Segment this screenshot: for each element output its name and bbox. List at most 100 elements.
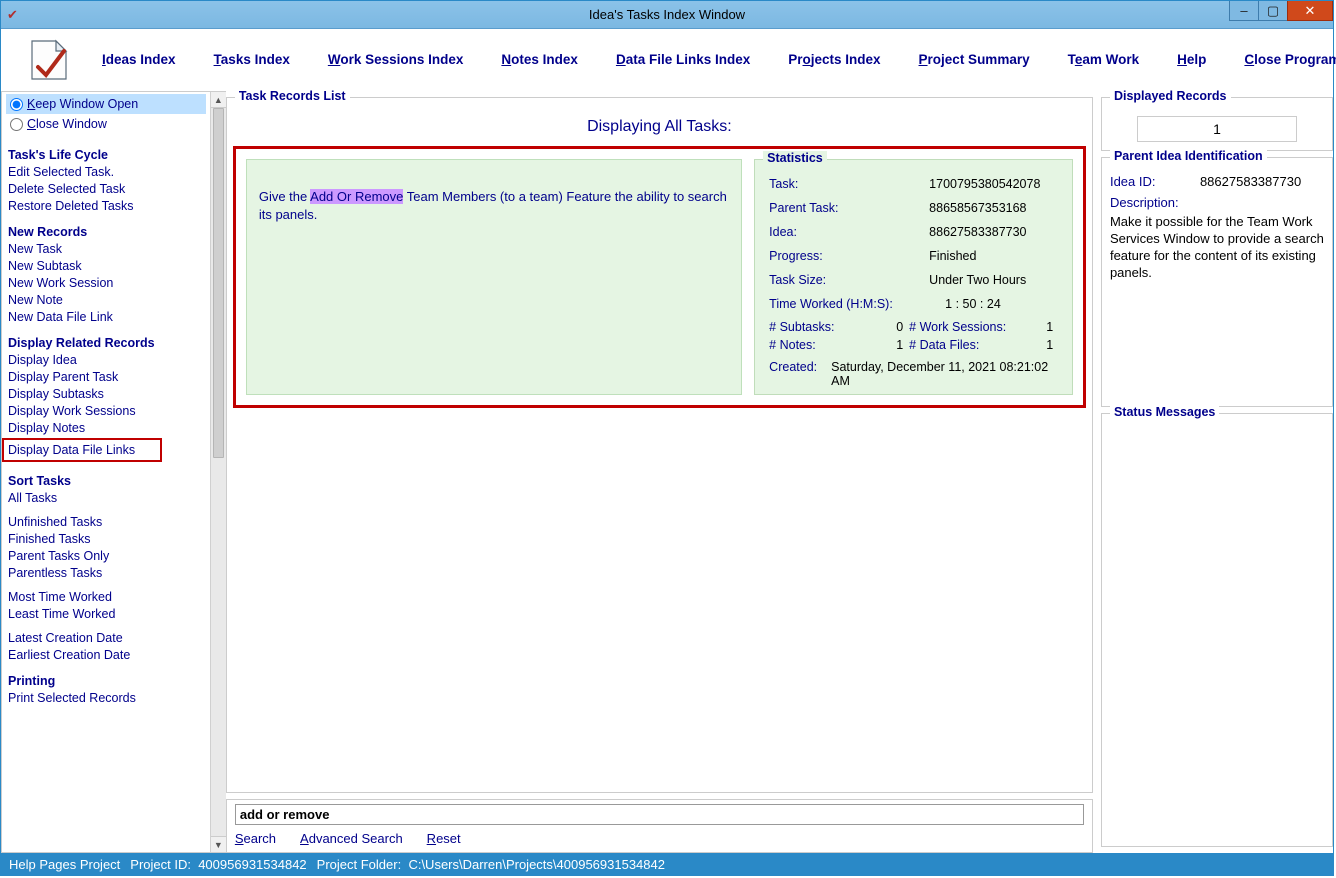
displayed-records-title: Displayed Records	[1110, 89, 1231, 103]
scroll-up-icon[interactable]: ▲	[211, 92, 226, 108]
link-sort-finished[interactable]: Finished Tasks	[8, 532, 206, 546]
link-display-parent-task[interactable]: Display Parent Task	[8, 370, 206, 384]
menu-help[interactable]: Help	[1177, 52, 1206, 67]
link-new-note[interactable]: New Note	[8, 293, 206, 307]
app-logo-icon	[26, 37, 72, 83]
stat-idea-label: Idea:	[769, 225, 929, 239]
stat-progress-label: Progress:	[769, 249, 929, 263]
menu-project-summary[interactable]: Project Summary	[919, 52, 1030, 67]
search-panel: Search Advanced Search Reset	[226, 799, 1093, 853]
titlebar[interactable]: ✔ Idea's Tasks Index Window – ▢ ✕	[1, 1, 1333, 29]
link-display-notes[interactable]: Display Notes	[8, 421, 206, 435]
link-sort-parent-only[interactable]: Parent Tasks Only	[8, 549, 206, 563]
link-sort-latest[interactable]: Latest Creation Date	[8, 631, 206, 645]
radio-keep-window-open[interactable]: Keep Window Open	[6, 94, 206, 114]
menu-datafile-links-index[interactable]: Data File Links Index	[616, 52, 750, 67]
stat-subtasks-value: 0	[879, 320, 909, 334]
menu-ideas-index[interactable]: Ideas Index	[102, 52, 176, 67]
link-print-selected[interactable]: Print Selected Records	[8, 691, 206, 705]
heading-sort-tasks: Sort Tasks	[8, 474, 206, 488]
idea-desc-text: Make it possible for the Team Work Servi…	[1110, 214, 1324, 282]
parent-idea-title: Parent Idea Identification	[1110, 149, 1267, 163]
radio-keep-open-input[interactable]	[10, 98, 23, 111]
statistics-box: Statistics Task:1700795380542078 Parent …	[754, 159, 1073, 395]
menu-close-program[interactable]: Close Program	[1244, 52, 1336, 67]
radio-close-input[interactable]	[10, 118, 23, 131]
statistics-title: Statistics	[763, 151, 827, 165]
app-window: ✔ Idea's Tasks Index Window – ▢ ✕ Ideas …	[0, 0, 1334, 876]
stat-created-label: Created:	[769, 360, 817, 388]
link-display-sessions[interactable]: Display Work Sessions	[8, 404, 206, 418]
desc-highlight: Add Or Remove	[310, 189, 403, 204]
footer-folder-value: C:\Users\Darren\Projects\400956931534842	[408, 857, 665, 872]
footer-help-project: Help Pages Project	[9, 857, 120, 872]
status-messages-title: Status Messages	[1110, 405, 1219, 419]
stat-size-label: Task Size:	[769, 273, 929, 287]
menu-projects-index[interactable]: Projects Index	[788, 52, 880, 67]
link-sort-unfinished[interactable]: Unfinished Tasks	[8, 515, 206, 529]
idea-id-label: Idea ID:	[1110, 174, 1180, 189]
advanced-search-button[interactable]: Advanced Search	[300, 831, 403, 846]
close-window-button[interactable]: ✕	[1287, 1, 1333, 21]
menu-tasks-index[interactable]: Tasks Index	[214, 52, 290, 67]
status-messages-panel: Status Messages	[1101, 413, 1333, 847]
footer-pid-value: 400956931534842	[198, 857, 306, 872]
scroll-down-icon[interactable]: ▼	[211, 836, 226, 852]
search-button[interactable]: Search	[235, 831, 276, 846]
desc-prefix: Give the	[259, 189, 310, 204]
link-sort-all[interactable]: All Tasks	[8, 491, 206, 505]
minimize-button[interactable]: –	[1229, 1, 1259, 21]
link-new-datafile[interactable]: New Data File Link	[8, 310, 206, 324]
link-edit-task[interactable]: Edit Selected Task.	[8, 165, 206, 179]
task-records-panel: Task Records List Displaying All Tasks: …	[226, 97, 1093, 793]
panel-title-records: Task Records List	[235, 89, 350, 103]
menu-notes-index[interactable]: Notes Index	[501, 52, 578, 67]
stat-files-value: 1	[1029, 338, 1059, 352]
app-small-icon: ✔	[7, 7, 23, 23]
sidebar: Keep Window Open Close Window Task's Lif…	[1, 91, 226, 853]
link-display-subtasks[interactable]: Display Subtasks	[8, 387, 206, 401]
stat-time-value: 1 : 50 : 24	[945, 297, 1001, 311]
menu-work-sessions-index[interactable]: Work Sessions Index	[328, 52, 464, 67]
link-restore-tasks[interactable]: Restore Deleted Tasks	[8, 199, 206, 213]
stat-files-label: # Data Files:	[909, 338, 1029, 352]
radio-close-window[interactable]: Close Window	[6, 114, 206, 134]
menu-team-work[interactable]: Team Work	[1068, 52, 1140, 67]
link-sort-earliest[interactable]: Earliest Creation Date	[8, 648, 206, 662]
task-description-box: Give the Add Or Remove Team Members (to …	[246, 159, 742, 395]
scroll-thumb[interactable]	[213, 108, 224, 458]
link-display-datafile-links[interactable]: Display Data File Links	[2, 438, 162, 462]
stat-idea-value: 88627583387730	[929, 225, 1026, 239]
stat-progress-value: Finished	[929, 249, 976, 263]
stat-parent-label: Parent Task:	[769, 201, 929, 215]
reset-button[interactable]: Reset	[427, 831, 461, 846]
window-title: Idea's Tasks Index Window	[589, 7, 745, 22]
footer-pid-label: Project ID:	[130, 857, 191, 872]
stat-time-label: Time Worked (H:M:S):	[769, 297, 929, 311]
link-new-task[interactable]: New Task	[8, 242, 206, 256]
task-record-card[interactable]: Give the Add Or Remove Team Members (to …	[233, 146, 1086, 408]
heading-new-records: New Records	[8, 225, 206, 239]
stat-parent-value: 88658567353168	[929, 201, 1026, 215]
link-new-session[interactable]: New Work Session	[8, 276, 206, 290]
footer-folder-label: Project Folder:	[317, 857, 402, 872]
stat-created-value: Saturday, December 11, 2021 08:21:02 AM	[831, 360, 1062, 388]
sidebar-scrollbar[interactable]: ▲ ▼	[210, 92, 226, 852]
search-input[interactable]	[235, 804, 1084, 825]
link-sort-least-time[interactable]: Least Time Worked	[8, 607, 206, 621]
idea-id-value: 88627583387730	[1200, 174, 1301, 189]
displayed-records-count: 1	[1137, 116, 1297, 142]
displayed-records-panel: Displayed Records 1	[1101, 97, 1333, 151]
stat-size-value: Under Two Hours	[929, 273, 1026, 287]
maximize-button[interactable]: ▢	[1258, 1, 1288, 21]
heading-life-cycle: Task's Life Cycle	[8, 148, 206, 162]
stat-notes-value: 1	[879, 338, 909, 352]
link-sort-parentless[interactable]: Parentless Tasks	[8, 566, 206, 580]
link-sort-most-time[interactable]: Most Time Worked	[8, 590, 206, 604]
stat-sessions-label: # Work Sessions:	[909, 320, 1029, 334]
parent-idea-panel: Parent Idea Identification Idea ID: 8862…	[1101, 157, 1333, 407]
link-delete-task[interactable]: Delete Selected Task	[8, 182, 206, 196]
link-new-subtask[interactable]: New Subtask	[8, 259, 206, 273]
heading-printing: Printing	[8, 674, 206, 688]
link-display-idea[interactable]: Display Idea	[8, 353, 206, 367]
